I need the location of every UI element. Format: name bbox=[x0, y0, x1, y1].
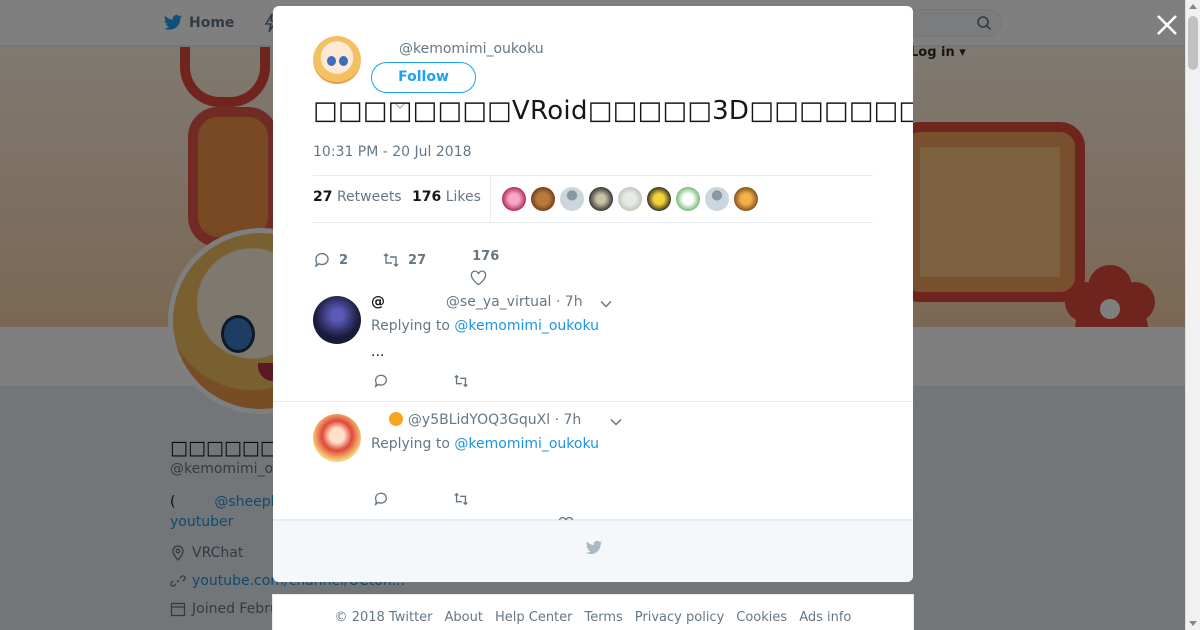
likes-stat[interactable]: 176 Likes bbox=[412, 189, 481, 205]
reply-time[interactable]: · 7h bbox=[556, 294, 583, 310]
avatar-eye bbox=[339, 56, 348, 66]
chevron-down-icon[interactable] bbox=[600, 300, 612, 308]
tweet-actions: 2 27 176 bbox=[313, 234, 499, 286]
footer-link-terms[interactable]: Terms bbox=[585, 610, 623, 630]
footer-link-cookies[interactable]: Cookies bbox=[736, 610, 787, 630]
reply-time[interactable]: · 7h bbox=[555, 412, 582, 428]
login-label: Log in bbox=[910, 45, 955, 60]
footer-link-help-center[interactable]: Help Center bbox=[495, 610, 573, 630]
liker-avatar[interactable] bbox=[589, 187, 613, 211]
footer-link-privacy[interactable]: Privacy policy bbox=[635, 610, 724, 630]
liker-avatar[interactable] bbox=[502, 187, 526, 211]
footer-link-ads-info[interactable]: Ads info bbox=[799, 610, 851, 630]
liker-avatar[interactable] bbox=[531, 187, 555, 211]
likes-label: Likes bbox=[445, 189, 481, 205]
reply-action[interactable]: 2 bbox=[313, 251, 348, 269]
tweet-stats: 27 Retweets 176 Likes bbox=[313, 175, 873, 223]
likers-avatars bbox=[502, 187, 758, 211]
liker-avatar[interactable] bbox=[647, 187, 671, 211]
retweets-label: Retweets bbox=[336, 189, 402, 205]
retweet-icon[interactable] bbox=[453, 373, 469, 389]
author-avatar[interactable] bbox=[313, 36, 361, 84]
twitter-bird-icon bbox=[585, 540, 603, 555]
replying-to-label: Replying to bbox=[371, 436, 450, 452]
reply-item[interactable]: @ @se_ya_virtual · 7h Replying to @kemom… bbox=[273, 284, 913, 402]
reply-count: 2 bbox=[339, 252, 349, 268]
reply-header: @ @se_ya_virtual · 7h bbox=[371, 294, 583, 310]
close-icon[interactable] bbox=[1154, 12, 1180, 38]
liker-avatar[interactable] bbox=[705, 187, 729, 211]
reply-author-handle[interactable]: @y5BLidYOQ3GquXl bbox=[408, 412, 550, 428]
replying-to-link[interactable]: @kemomimi_oukoku bbox=[454, 318, 599, 334]
liker-avatar[interactable] bbox=[560, 187, 584, 211]
liker-avatar[interactable] bbox=[676, 187, 700, 211]
reply-icon[interactable] bbox=[373, 491, 389, 507]
scroll-thumb[interactable] bbox=[1188, 16, 1198, 70]
page-scrollbar[interactable] bbox=[1185, 0, 1200, 630]
chevron-down-icon[interactable] bbox=[610, 418, 622, 426]
reply-item[interactable]: @y5BLidYOQ3GquXl · 7h Replying to @kemom… bbox=[273, 402, 913, 520]
tweet-modal: @kemomimi_oukoku Follow □□□□□□□□VRoid□□□… bbox=[273, 6, 913, 582]
liker-avatar[interactable] bbox=[618, 187, 642, 211]
reply-author-name[interactable]: @ bbox=[371, 294, 385, 310]
retweets-stat[interactable]: 27 Retweets bbox=[313, 189, 402, 205]
scroll-down-arrow-icon[interactable] bbox=[1189, 621, 1197, 626]
tweet-timestamp[interactable]: 10:31 PM - 20 Jul 2018 bbox=[313, 144, 472, 160]
scroll-up-arrow-icon[interactable] bbox=[1189, 4, 1197, 9]
replying-to-label: Replying to bbox=[371, 318, 450, 334]
reply-avatar[interactable] bbox=[313, 414, 361, 462]
retweets-count: 27 bbox=[313, 189, 333, 205]
retweet-action[interactable]: 27 bbox=[382, 251, 426, 269]
avatar-eye bbox=[327, 56, 336, 66]
replying-to-line: Replying to @kemomimi_oukoku bbox=[371, 318, 599, 334]
tweet-text: □□□□□□□□VRoid□□□□□3D□□□□□□□□□□ bbox=[313, 96, 913, 126]
reply-author-handle[interactable]: @se_ya_virtual bbox=[446, 294, 552, 310]
modal-footer bbox=[273, 520, 913, 582]
retweet-icon[interactable] bbox=[453, 491, 469, 507]
reply-icon bbox=[314, 252, 329, 268]
emoji-icon bbox=[389, 412, 404, 426]
replying-to-link[interactable]: @kemomimi_oukoku bbox=[454, 436, 599, 452]
reply-header: @y5BLidYOQ3GquXl · 7h bbox=[371, 412, 581, 428]
like-count: 176 bbox=[472, 249, 500, 264]
site-footer: © 2018 Twitter About Help Center Terms P… bbox=[272, 594, 914, 630]
liker-avatar[interactable] bbox=[734, 187, 758, 211]
reply-icon[interactable] bbox=[373, 373, 389, 389]
replying-to-line: Replying to @kemomimi_oukoku bbox=[371, 436, 599, 452]
retweet-icon bbox=[383, 253, 399, 267]
footer-copyright: © 2018 Twitter bbox=[334, 610, 433, 625]
footer-link-about[interactable]: About bbox=[445, 610, 483, 630]
retweet-count: 27 bbox=[408, 252, 427, 268]
login-menu[interactable]: Log in ▾ bbox=[910, 45, 966, 60]
reply-text: ... bbox=[371, 344, 385, 360]
reply-avatar[interactable] bbox=[313, 296, 361, 344]
stats-divider bbox=[490, 176, 491, 222]
likes-count: 176 bbox=[412, 189, 442, 205]
author-handle[interactable]: @kemomimi_oukoku bbox=[399, 41, 544, 57]
follow-button[interactable]: Follow bbox=[371, 62, 476, 93]
like-action[interactable]: 176 bbox=[470, 234, 500, 286]
